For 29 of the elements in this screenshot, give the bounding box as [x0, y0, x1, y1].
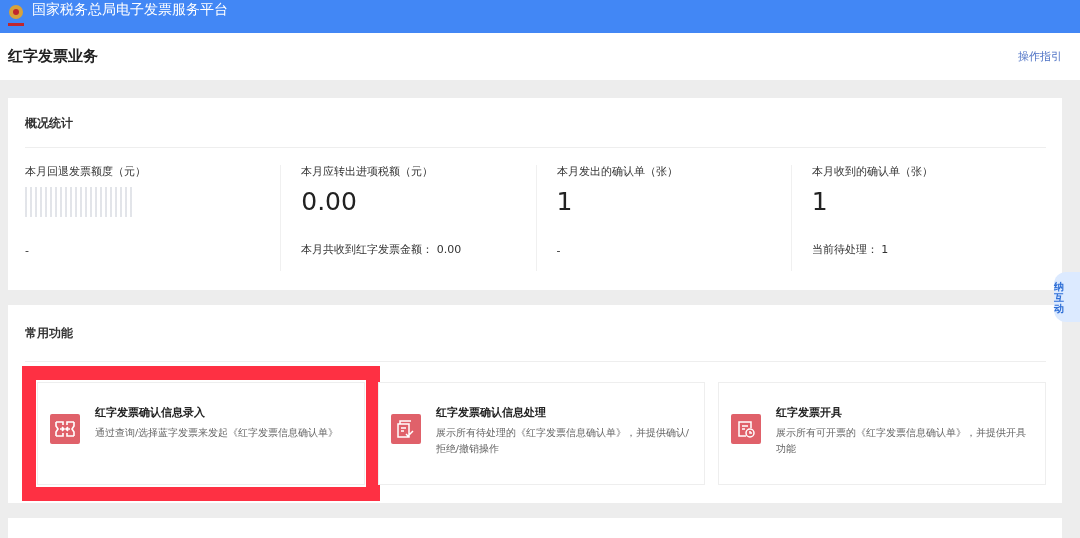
function-title: 红字发票开具: [776, 405, 844, 420]
stat-footer: -: [556, 244, 791, 257]
function-title: 红字发票确认信息处理: [435, 405, 547, 420]
function-description: 展示所有待处理的《红字发票信息确认单》，并提供确认/拒绝/撤销操作: [435, 426, 690, 456]
function-card[interactable]: 红字发票开具 展示所有可开票的《红字发票信息确认单》，并提供开具功能: [718, 382, 1046, 485]
stat-footer: 当前待处理： 1: [811, 242, 1046, 257]
function-title: 红字发票确认信息录入: [95, 405, 206, 420]
stat-label: 本月收到的确认单（张）: [811, 165, 934, 179]
page-title: 红字发票业务: [8, 47, 98, 66]
assistant-widget[interactable]: 纳互动: [1054, 272, 1080, 322]
arrows-in-icon: [55, 421, 75, 437]
stat-value: 1: [811, 186, 829, 218]
document-check-icon: [396, 420, 415, 438]
platform-title: 国家税务总局电子发票服务平台: [32, 0, 228, 19]
function-card[interactable]: 红字发票确认信息处理 展示所有待处理的《红字发票信息确认单》，并提供确认/拒绝/撤销操作: [377, 382, 706, 485]
function-card[interactable]: 红字发票确认信息录入 通过查询/选择蓝字发票来发起《红字发票信息确认单》: [37, 382, 365, 485]
stat-footer: -: [25, 244, 281, 257]
stat-footer: 本月共收到红字发票金额： 0.00: [301, 242, 536, 257]
section-title: 概况统计: [25, 114, 73, 132]
section-title: 常用功能: [25, 325, 73, 342]
stat-label: 本月发出的确认单（张）: [556, 165, 679, 179]
function-description: 通过查询/选择蓝字发票来发起《红字发票信息确认单》: [95, 426, 339, 440]
guide-link[interactable]: 操作指引: [1018, 49, 1062, 64]
stat-value: 1: [556, 186, 574, 218]
stat-label: 本月回退发票额度（元）: [25, 165, 147, 179]
function-description: 展示所有可开票的《红字发票信息确认单》，并提供开具功能: [776, 426, 1028, 456]
stat-value: 0.00: [301, 186, 358, 218]
stat-label: 本月应转出进项税额（元）: [301, 165, 435, 179]
document-clock-icon: [737, 420, 756, 438]
